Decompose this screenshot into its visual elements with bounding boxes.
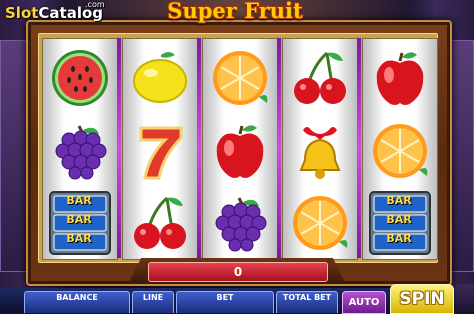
grapes-icon (203, 186, 277, 259)
reel-4 (282, 38, 358, 260)
bar-label: BAR (66, 194, 92, 207)
reel-divider (277, 38, 281, 258)
apple-icon (203, 114, 277, 187)
bar-labels-reel-1: BAR BAR BAR (48, 191, 110, 248)
grapes-icon (43, 114, 117, 187)
reel-divider (197, 38, 201, 258)
cherries-icon (123, 186, 197, 259)
seven-icon (123, 114, 197, 187)
bell-icon (283, 114, 357, 187)
bar-label: BAR (66, 232, 92, 245)
line-panel[interactable]: LINE (132, 291, 174, 313)
balance-panel: BALANCE (24, 291, 130, 313)
game-title: Super Fruit (167, 0, 303, 23)
total-bet-label: TOTAL BET (282, 293, 332, 302)
line-label: LINE (142, 293, 164, 302)
bet-label: BET (216, 293, 234, 302)
bar-label: BAR (386, 232, 412, 245)
orange-icon (283, 186, 357, 259)
win-display: 0 (148, 262, 328, 282)
bar-label: BAR (386, 213, 412, 226)
orange-icon (203, 41, 277, 114)
bet-panel[interactable]: BET (176, 291, 274, 313)
apple-icon (363, 41, 437, 114)
watermark-logo: SlotCatalog .com (5, 0, 105, 22)
watermark-logo-slot: Slot (5, 4, 39, 22)
console-edge (456, 284, 474, 312)
bar-label: BAR (66, 213, 92, 226)
orange-icon (363, 114, 437, 187)
cherries-icon (283, 41, 357, 114)
watermark-domain: .com (85, 0, 105, 9)
auto-button[interactable]: AUTO (342, 291, 386, 314)
bar-label: BAR (386, 194, 412, 207)
lemon-icon (123, 41, 197, 114)
reel-3 (202, 38, 278, 260)
total-bet-panel: TOTAL BET (276, 291, 338, 313)
reel-divider (117, 38, 121, 258)
spin-button[interactable]: SPIN (390, 284, 454, 314)
bar-labels-reel-5: BAR BAR BAR (368, 191, 430, 248)
reel-2 (122, 38, 198, 260)
watermelon-icon (43, 41, 117, 114)
balance-label: BALANCE (56, 293, 98, 302)
reel-divider (357, 38, 361, 258)
